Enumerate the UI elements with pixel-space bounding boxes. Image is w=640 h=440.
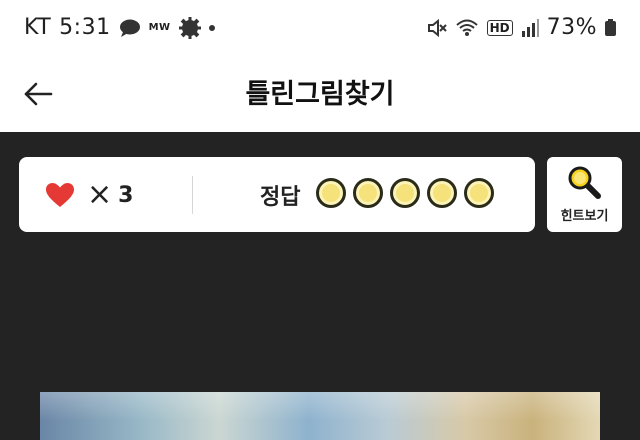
app-bar: 틀린그림찾기 — [0, 58, 640, 132]
hint-button[interactable]: 힌트보기 — [547, 157, 622, 232]
magnifier-icon — [568, 166, 601, 199]
answer-slots — [316, 178, 494, 208]
mw-badge: MW — [148, 22, 171, 33]
times-sign: × — [87, 177, 113, 212]
answer-slot — [390, 178, 420, 208]
chat-bubble-icon — [119, 19, 140, 37]
status-bar: KT 5:31 MW HD 73% — [0, 0, 640, 58]
hint-label: 힌트보기 — [560, 209, 609, 224]
wifi-icon — [455, 19, 478, 36]
battery-percent: 73% — [546, 15, 597, 40]
heart-icon — [46, 183, 74, 207]
answer-slot — [427, 178, 457, 208]
hd-voice-badge: HD — [486, 19, 513, 36]
game-area: × 3 정답 힌트보기 — [0, 132, 640, 440]
page-title: 틀린그림찾기 — [245, 79, 395, 110]
status-left: KT 5:31 MW — [24, 15, 215, 40]
puzzle-image[interactable] — [40, 392, 600, 440]
answer-label: 정답 — [260, 185, 301, 210]
answer-slot — [316, 178, 346, 208]
gear-badge-icon — [178, 16, 201, 39]
game-status-card: × 3 정답 — [19, 157, 535, 232]
lives-counter: × 3 — [45, 177, 134, 212]
battery-icon — [605, 19, 616, 36]
notification-dot — [208, 24, 215, 31]
lives-count: 3 — [118, 182, 134, 208]
answer-slot — [353, 178, 383, 208]
clock: 5:31 — [59, 15, 111, 40]
answer-slot — [464, 178, 494, 208]
mute-icon — [427, 18, 447, 37]
divider — [192, 176, 193, 214]
status-right: HD 73% — [427, 15, 616, 40]
signal-icon — [521, 18, 539, 37]
carrier-label: KT — [24, 15, 52, 40]
